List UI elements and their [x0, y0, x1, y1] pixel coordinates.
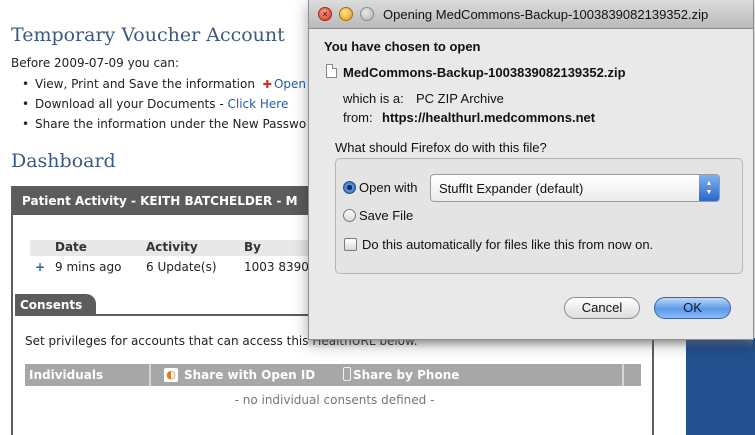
activity-by: 1003 8390 — [244, 260, 309, 274]
expand-row-button[interactable]: + — [35, 260, 45, 274]
close-icon: × — [322, 9, 328, 19]
file-type-value: PC ZIP Archive — [416, 91, 504, 106]
no-consents-message: - no individual consents defined - — [234, 393, 435, 407]
file-name: MedCommons-Backup-1003839082139352.zip — [343, 65, 626, 80]
open-with-label[interactable]: Open with — [359, 180, 418, 195]
auto-label[interactable]: Do this automatically for files like thi… — [362, 237, 653, 252]
consents-tab: Consents — [15, 294, 97, 316]
click-here-link[interactable]: Click Here — [227, 97, 288, 111]
intro-text: Before 2009-07-09 you can: — [11, 56, 180, 70]
bullet-text: View, Print and Save the information — [35, 77, 259, 91]
bullet-text: Download all your Documents - — [35, 97, 228, 111]
save-file-label[interactable]: Save File — [359, 208, 413, 223]
dialog-titlebar[interactable]: × Opening MedCommons-Backup-100383908213… — [309, 0, 753, 29]
column-phone: Share by Phone — [353, 368, 460, 382]
save-file-radio[interactable] — [343, 209, 356, 222]
column-activity: Activity — [146, 240, 198, 254]
download-dialog: × Opening MedCommons-Backup-100383908213… — [308, 0, 754, 340]
sidebar-panel — [686, 338, 755, 435]
file-icon — [326, 64, 337, 78]
bullet-view-print: View, Print and Save the information ✚Op… — [22, 76, 306, 96]
chosen-heading: You have chosen to open — [324, 39, 481, 54]
red-cross-icon: ✚ — [262, 78, 272, 91]
activity-date: 9 mins ago — [55, 260, 122, 274]
consents-table-header: Individuals ◐ Share with Open ID Share b… — [25, 364, 641, 386]
column-by: By — [244, 240, 261, 254]
dialog-shadow — [308, 340, 753, 348]
action-group: Open with StuffIt Expander (default) ▲ ▼ … — [335, 158, 743, 274]
open-link[interactable]: Open — [274, 77, 306, 91]
page-title: Temporary Voucher Account — [11, 24, 285, 46]
column-separator — [622, 364, 624, 386]
minimize-button[interactable] — [339, 7, 353, 21]
action-question: What should Firefox do with this file? — [335, 140, 547, 155]
select-arrows-icon: ▲ ▼ — [699, 175, 719, 201]
open-id-icon: ◐ — [164, 368, 178, 382]
column-open-id: Share with Open ID — [184, 368, 316, 382]
file-source-value: https://healthurl.medcommons.net — [382, 110, 596, 125]
ok-button[interactable]: OK — [654, 297, 731, 319]
file-source-label: from: — [343, 110, 373, 125]
bullet-text: Share the information under the New Pass… — [35, 117, 307, 131]
application-select-value: StuffIt Expander (default) — [439, 181, 584, 196]
column-date: Date — [55, 240, 87, 254]
dialog-title: Opening MedCommons-Backup-10038390821393… — [383, 7, 709, 22]
dashboard-title: Dashboard — [11, 150, 116, 172]
bullet-list: View, Print and Save the information ✚Op… — [22, 76, 306, 136]
application-select[interactable]: StuffIt Expander (default) ▲ ▼ — [430, 174, 720, 202]
open-with-radio[interactable] — [343, 181, 356, 194]
activity-count: 6 Update(s) — [146, 260, 217, 274]
zoom-button[interactable] — [360, 7, 374, 21]
phone-icon — [343, 367, 351, 381]
column-separator — [149, 364, 151, 386]
file-type-label: which is a: — [343, 91, 404, 106]
bullet-share: Share the information under the New Pass… — [22, 116, 306, 136]
close-button[interactable]: × — [318, 7, 332, 21]
cancel-button[interactable]: Cancel — [564, 297, 640, 319]
auto-checkbox[interactable] — [344, 238, 357, 251]
bullet-download: Download all your Documents - Click Here — [22, 96, 306, 116]
column-individuals: Individuals — [29, 368, 104, 382]
